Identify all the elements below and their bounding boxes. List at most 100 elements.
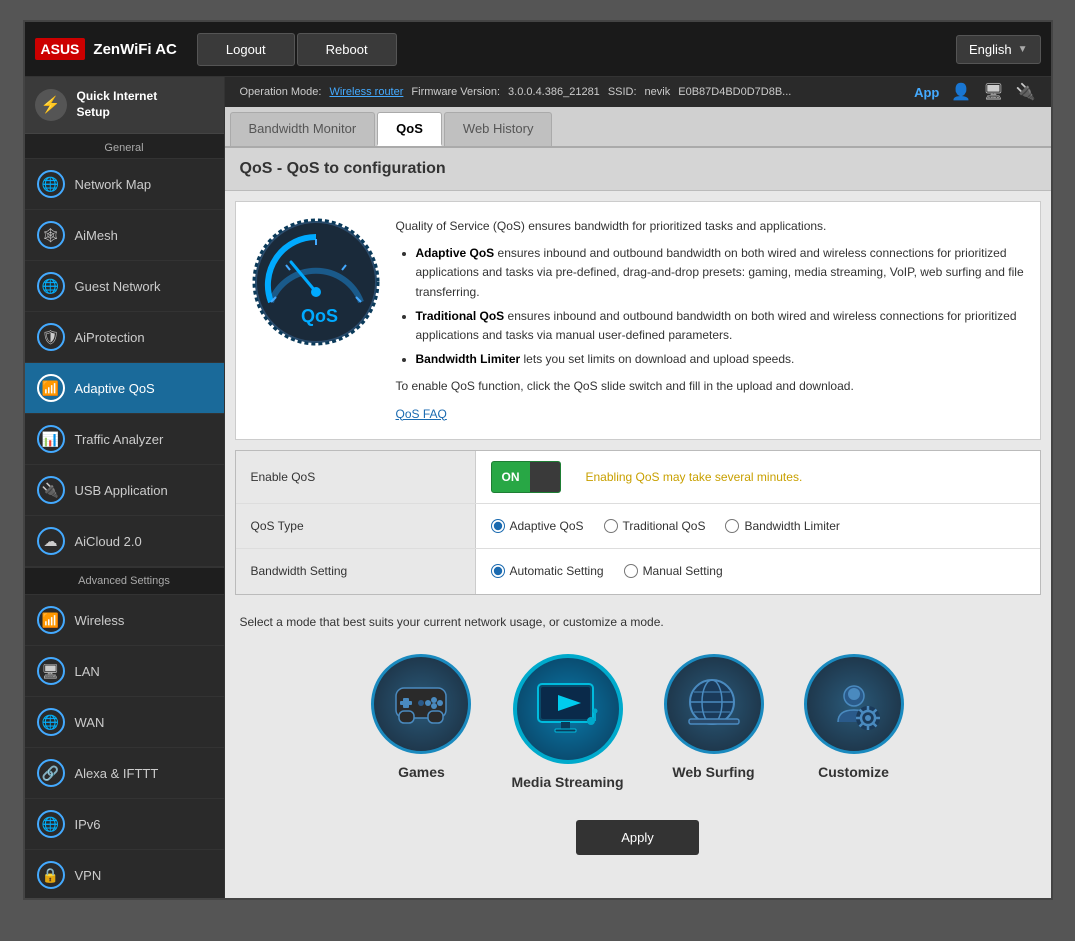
auto-setting-option: Automatic Setting (510, 564, 604, 578)
enable-qos-value: ON Enabling QoS may take several minutes… (476, 451, 1040, 503)
auto-setting-radio-label[interactable]: Automatic Setting (491, 564, 604, 578)
bandwidth-setting-label: Bandwidth Setting (236, 549, 476, 594)
adaptive-qos-icon: 📶 (37, 374, 65, 402)
traditional-qos-option: Traditional QoS (623, 519, 706, 533)
app-icon[interactable]: App (914, 85, 939, 100)
apply-button[interactable]: Apply (576, 820, 699, 855)
operation-mode-value[interactable]: Wireless router (329, 86, 403, 98)
lan-icon: 🖥 (37, 657, 65, 685)
sidebar-item-aicloud[interactable]: ☁ AiCloud 2.0 (25, 516, 224, 567)
sidebar-item-wireless[interactable]: 📶 Wireless (25, 595, 224, 646)
enable-qos-toggle[interactable]: ON (491, 461, 561, 493)
reboot-button[interactable]: Reboot (297, 33, 397, 66)
bandwidth-limiter-desc: lets you set limits on download and uplo… (524, 352, 795, 366)
top-bar: ASUS ZenWiFi AC Logout Reboot English ▼ (25, 22, 1051, 77)
toggle-warning-text: Enabling QoS may take several minutes. (586, 470, 803, 484)
asus-logo: ASUS (35, 38, 86, 60)
manual-setting-radio-label[interactable]: Manual Setting (624, 564, 723, 578)
enable-qos-label: Enable QoS (236, 451, 476, 503)
adaptive-qos-strong: Adaptive QoS (416, 246, 495, 260)
sidebar-item-aimesh[interactable]: 🕸 AiMesh (25, 210, 224, 261)
sidebar-item-guest-network[interactable]: 🌐 Guest Network (25, 261, 224, 312)
sidebar-item-label: USB Application (75, 483, 168, 498)
language-label: English (969, 42, 1012, 57)
tab-qos[interactable]: QoS (377, 112, 442, 146)
tab-web-history[interactable]: Web History (444, 112, 553, 146)
logout-button[interactable]: Logout (197, 33, 295, 66)
sidebar-item-label: IPv6 (75, 817, 101, 832)
mode-media-streaming[interactable]: Media Streaming (511, 654, 623, 790)
traditional-qos-desc: ensures inbound and outbound bandwidth o… (416, 309, 1017, 342)
games-icon (371, 654, 471, 754)
quick-setup-button[interactable]: ⚡ Quick InternetSetup (25, 77, 224, 134)
main-panel: Operation Mode: Wireless router Firmware… (225, 77, 1051, 898)
sidebar-item-network-map[interactable]: 🌐 Network Map (25, 159, 224, 210)
qos-type-row: QoS Type Adaptive QoS Traditional QoS (236, 504, 1040, 549)
advanced-section-title: Advanced Settings (25, 567, 224, 595)
manual-setting-radio[interactable] (624, 564, 638, 578)
sidebar-item-vpn[interactable]: 🔒 VPN (25, 850, 224, 898)
operation-mode-label: Operation Mode: (240, 86, 322, 98)
traditional-qos-radio-label[interactable]: Traditional QoS (604, 519, 706, 533)
sidebar-item-alexa[interactable]: 🔗 Alexa & IFTTT (25, 748, 224, 799)
mode-web-surfing[interactable]: Web Surfing (664, 654, 764, 790)
sidebar-item-label: Guest Network (75, 279, 161, 294)
user-icon[interactable]: 👤 (951, 82, 971, 102)
language-selector[interactable]: English ▼ (956, 35, 1041, 64)
aicloud-icon: ☁ (37, 527, 65, 555)
product-name: ZenWiFi AC (93, 41, 176, 58)
page-content: QoS - QoS to configuration (225, 148, 1051, 898)
sidebar-item-label: Adaptive QoS (75, 381, 155, 396)
media-streaming-label: Media Streaming (511, 774, 623, 790)
sidebar-item-traffic-analyzer[interactable]: 📊 Traffic Analyzer (25, 414, 224, 465)
usb-icon[interactable]: 🔌 (1016, 82, 1036, 102)
bandwidth-radio-group: Automatic Setting Manual Setting (491, 564, 723, 578)
sidebar-item-ipv6[interactable]: 🌐 IPv6 (25, 799, 224, 850)
sidebar-item-label: WAN (75, 715, 105, 730)
mode-customize[interactable]: Customize (804, 654, 904, 790)
monitor-icon[interactable]: 🖥 (983, 82, 1003, 102)
bandwidth-limiter-radio-label[interactable]: Bandwidth Limiter (725, 519, 839, 533)
bandwidth-setting-value: Automatic Setting Manual Setting (476, 549, 1040, 594)
traditional-qos-radio[interactable] (604, 519, 618, 533)
qos-type-label: QoS Type (236, 504, 476, 548)
quick-setup-label: Quick InternetSetup (77, 89, 158, 120)
vpn-icon: 🔒 (37, 861, 65, 889)
logo-area: ASUS ZenWiFi AC (35, 38, 177, 60)
auto-setting-radio[interactable] (491, 564, 505, 578)
firmware-label: Firmware Version: (411, 86, 500, 98)
adaptive-qos-radio-label[interactable]: Adaptive QoS (491, 519, 584, 533)
info-icons: App 👤 🖥 🔌 (914, 82, 1035, 102)
network-map-icon: 🌐 (37, 170, 65, 198)
sidebar-item-label: AiMesh (75, 228, 118, 243)
mac-value: E0B87D4BD0D7D8B... (678, 86, 791, 98)
page-title: QoS - QoS to configuration (225, 148, 1051, 191)
ssid-label: SSID: (608, 86, 637, 98)
firmware-value: 3.0.0.4.386_21281 (508, 86, 600, 98)
qos-faq-link[interactable]: QoS FAQ (396, 407, 447, 421)
adaptive-qos-item: Adaptive QoS ensures inbound and outboun… (416, 244, 1025, 302)
qos-description-area: QoS Quality of Service (QoS) ensures ban… (235, 201, 1041, 440)
sidebar-item-label: VPN (75, 868, 102, 883)
aiprotection-icon: 🛡 (37, 323, 65, 351)
traffic-analyzer-icon: 📊 (37, 425, 65, 453)
mode-games[interactable]: Games (371, 654, 471, 790)
bandwidth-limiter-radio[interactable] (725, 519, 739, 533)
sidebar-item-aiprotection[interactable]: 🛡 AiProtection (25, 312, 224, 363)
sidebar-item-label: AiProtection (75, 330, 145, 345)
quick-setup-icon: ⚡ (35, 89, 67, 121)
sidebar-item-lan[interactable]: 🖥 LAN (25, 646, 224, 697)
aimesh-icon: 🕸 (37, 221, 65, 249)
sidebar-item-adaptive-qos[interactable]: 📶 Adaptive QoS (25, 363, 224, 414)
sidebar-item-label: Traffic Analyzer (75, 432, 164, 447)
sidebar-item-usb-application[interactable]: 🔌 USB Application (25, 465, 224, 516)
sidebar-item-wan[interactable]: 🌐 WAN (25, 697, 224, 748)
bandwidth-limiter-option: Bandwidth Limiter (744, 519, 839, 533)
wan-icon: 🌐 (37, 708, 65, 736)
bandwidth-limiter-item: Bandwidth Limiter lets you set limits on… (416, 350, 1025, 369)
svg-text:QoS: QoS (301, 306, 338, 326)
settings-table: Enable QoS ON Enabling QoS may take seve… (235, 450, 1041, 595)
adaptive-qos-radio[interactable] (491, 519, 505, 533)
tab-bandwidth-monitor[interactable]: Bandwidth Monitor (230, 112, 376, 146)
main-window: ASUS ZenWiFi AC Logout Reboot English ▼ … (23, 20, 1053, 900)
